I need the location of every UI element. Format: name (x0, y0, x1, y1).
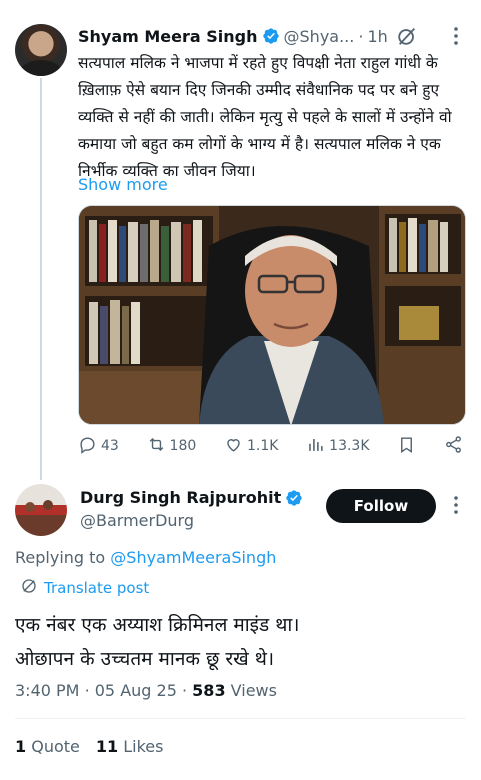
repost-action[interactable]: 180 (147, 435, 197, 458)
reply-text-line: एक नंबर एक अय्याश क्रिमिनल माइंड था। (15, 614, 300, 636)
bookmark-icon (397, 435, 416, 458)
like-label: Likes (123, 737, 164, 756)
views-label: Views (230, 681, 277, 700)
divider (15, 718, 466, 719)
mention-link[interactable]: @ShyamMeeraSingh (110, 548, 276, 567)
replying-prefix: Replying to (15, 548, 106, 567)
author-name[interactable]: Durg Singh Rajpurohit (80, 488, 281, 507)
quote-count: 1 (15, 737, 27, 756)
repost-count: 180 (169, 438, 197, 454)
quotes-link[interactable]: 1 Quote (15, 737, 80, 756)
replying-to: Replying to @ShyamMeeraSingh (15, 548, 276, 567)
author-name[interactable]: Shyam Meera Singh (78, 27, 258, 46)
post-meta: 3:40 PM · 05 Aug 25 · 583 Views (15, 681, 277, 700)
post-time[interactable]: 3:40 PM (15, 681, 79, 700)
separator-dot: · (358, 26, 364, 46)
follow-button[interactable]: Follow (326, 489, 436, 523)
reply-text: एक नंबर एक अय्याश क्रिमिनल माइंड था। ओछा… (15, 608, 465, 676)
quote-label: Quote (31, 737, 80, 756)
more-options-icon[interactable] (453, 26, 459, 46)
views-action[interactable]: 13.3K (306, 435, 370, 458)
post-date[interactable]: 05 Aug 25 (95, 681, 177, 700)
more-options-icon[interactable] (453, 495, 459, 515)
like-count: 11 (95, 737, 119, 756)
avatar[interactable] (15, 24, 67, 76)
share-action[interactable] (444, 435, 463, 458)
views-count: 583 (192, 681, 226, 700)
share-icon (444, 435, 463, 458)
like-count: 1.1K (247, 438, 279, 454)
heart-icon (224, 435, 243, 458)
thread-connector-line (40, 78, 42, 480)
engagement-stats: 1 Quote 11 Likes (15, 737, 163, 756)
tweet-media-image[interactable] (78, 205, 466, 425)
post-time[interactable]: 1h (367, 27, 387, 46)
reply-header: Durg Singh Rajpurohit (80, 488, 307, 507)
verified-badge-icon (262, 27, 280, 45)
show-more-link[interactable]: Show more (78, 175, 168, 194)
translate-post-link[interactable]: Translate post (20, 577, 149, 599)
reply-count: 43 (101, 438, 119, 454)
translate-label: Translate post (44, 579, 150, 597)
separator-dot: · (181, 681, 188, 700)
tweet-actions: 43 180 1.1K 13.3K (78, 434, 463, 458)
grok-icon[interactable] (396, 25, 418, 47)
translate-icon (20, 577, 38, 599)
reply-text-line: ओछापन के उच्चतम मानक छू रखे थे। (15, 648, 275, 670)
analytics-icon (306, 435, 325, 458)
views-count: 13.3K (329, 438, 370, 454)
repost-icon (147, 435, 166, 458)
reply-action[interactable]: 43 (78, 435, 119, 458)
author-handle[interactable]: @Shya... (284, 27, 355, 46)
likes-link[interactable]: 11 Likes (96, 737, 164, 756)
tweet-header: Shyam Meera Singh @Shya... · 1h (78, 24, 468, 48)
tweet-text: सत्यपाल मलिक ने भाजपा में रहते हुए विपक्… (78, 54, 452, 180)
avatar[interactable] (15, 484, 67, 536)
like-action[interactable]: 1.1K (224, 435, 278, 458)
reply-icon (78, 435, 97, 458)
separator-dot: · (84, 681, 90, 700)
verified-badge-icon (285, 489, 303, 507)
bookmark-action[interactable] (397, 435, 416, 458)
author-handle[interactable]: @BarmerDurg (80, 511, 194, 530)
